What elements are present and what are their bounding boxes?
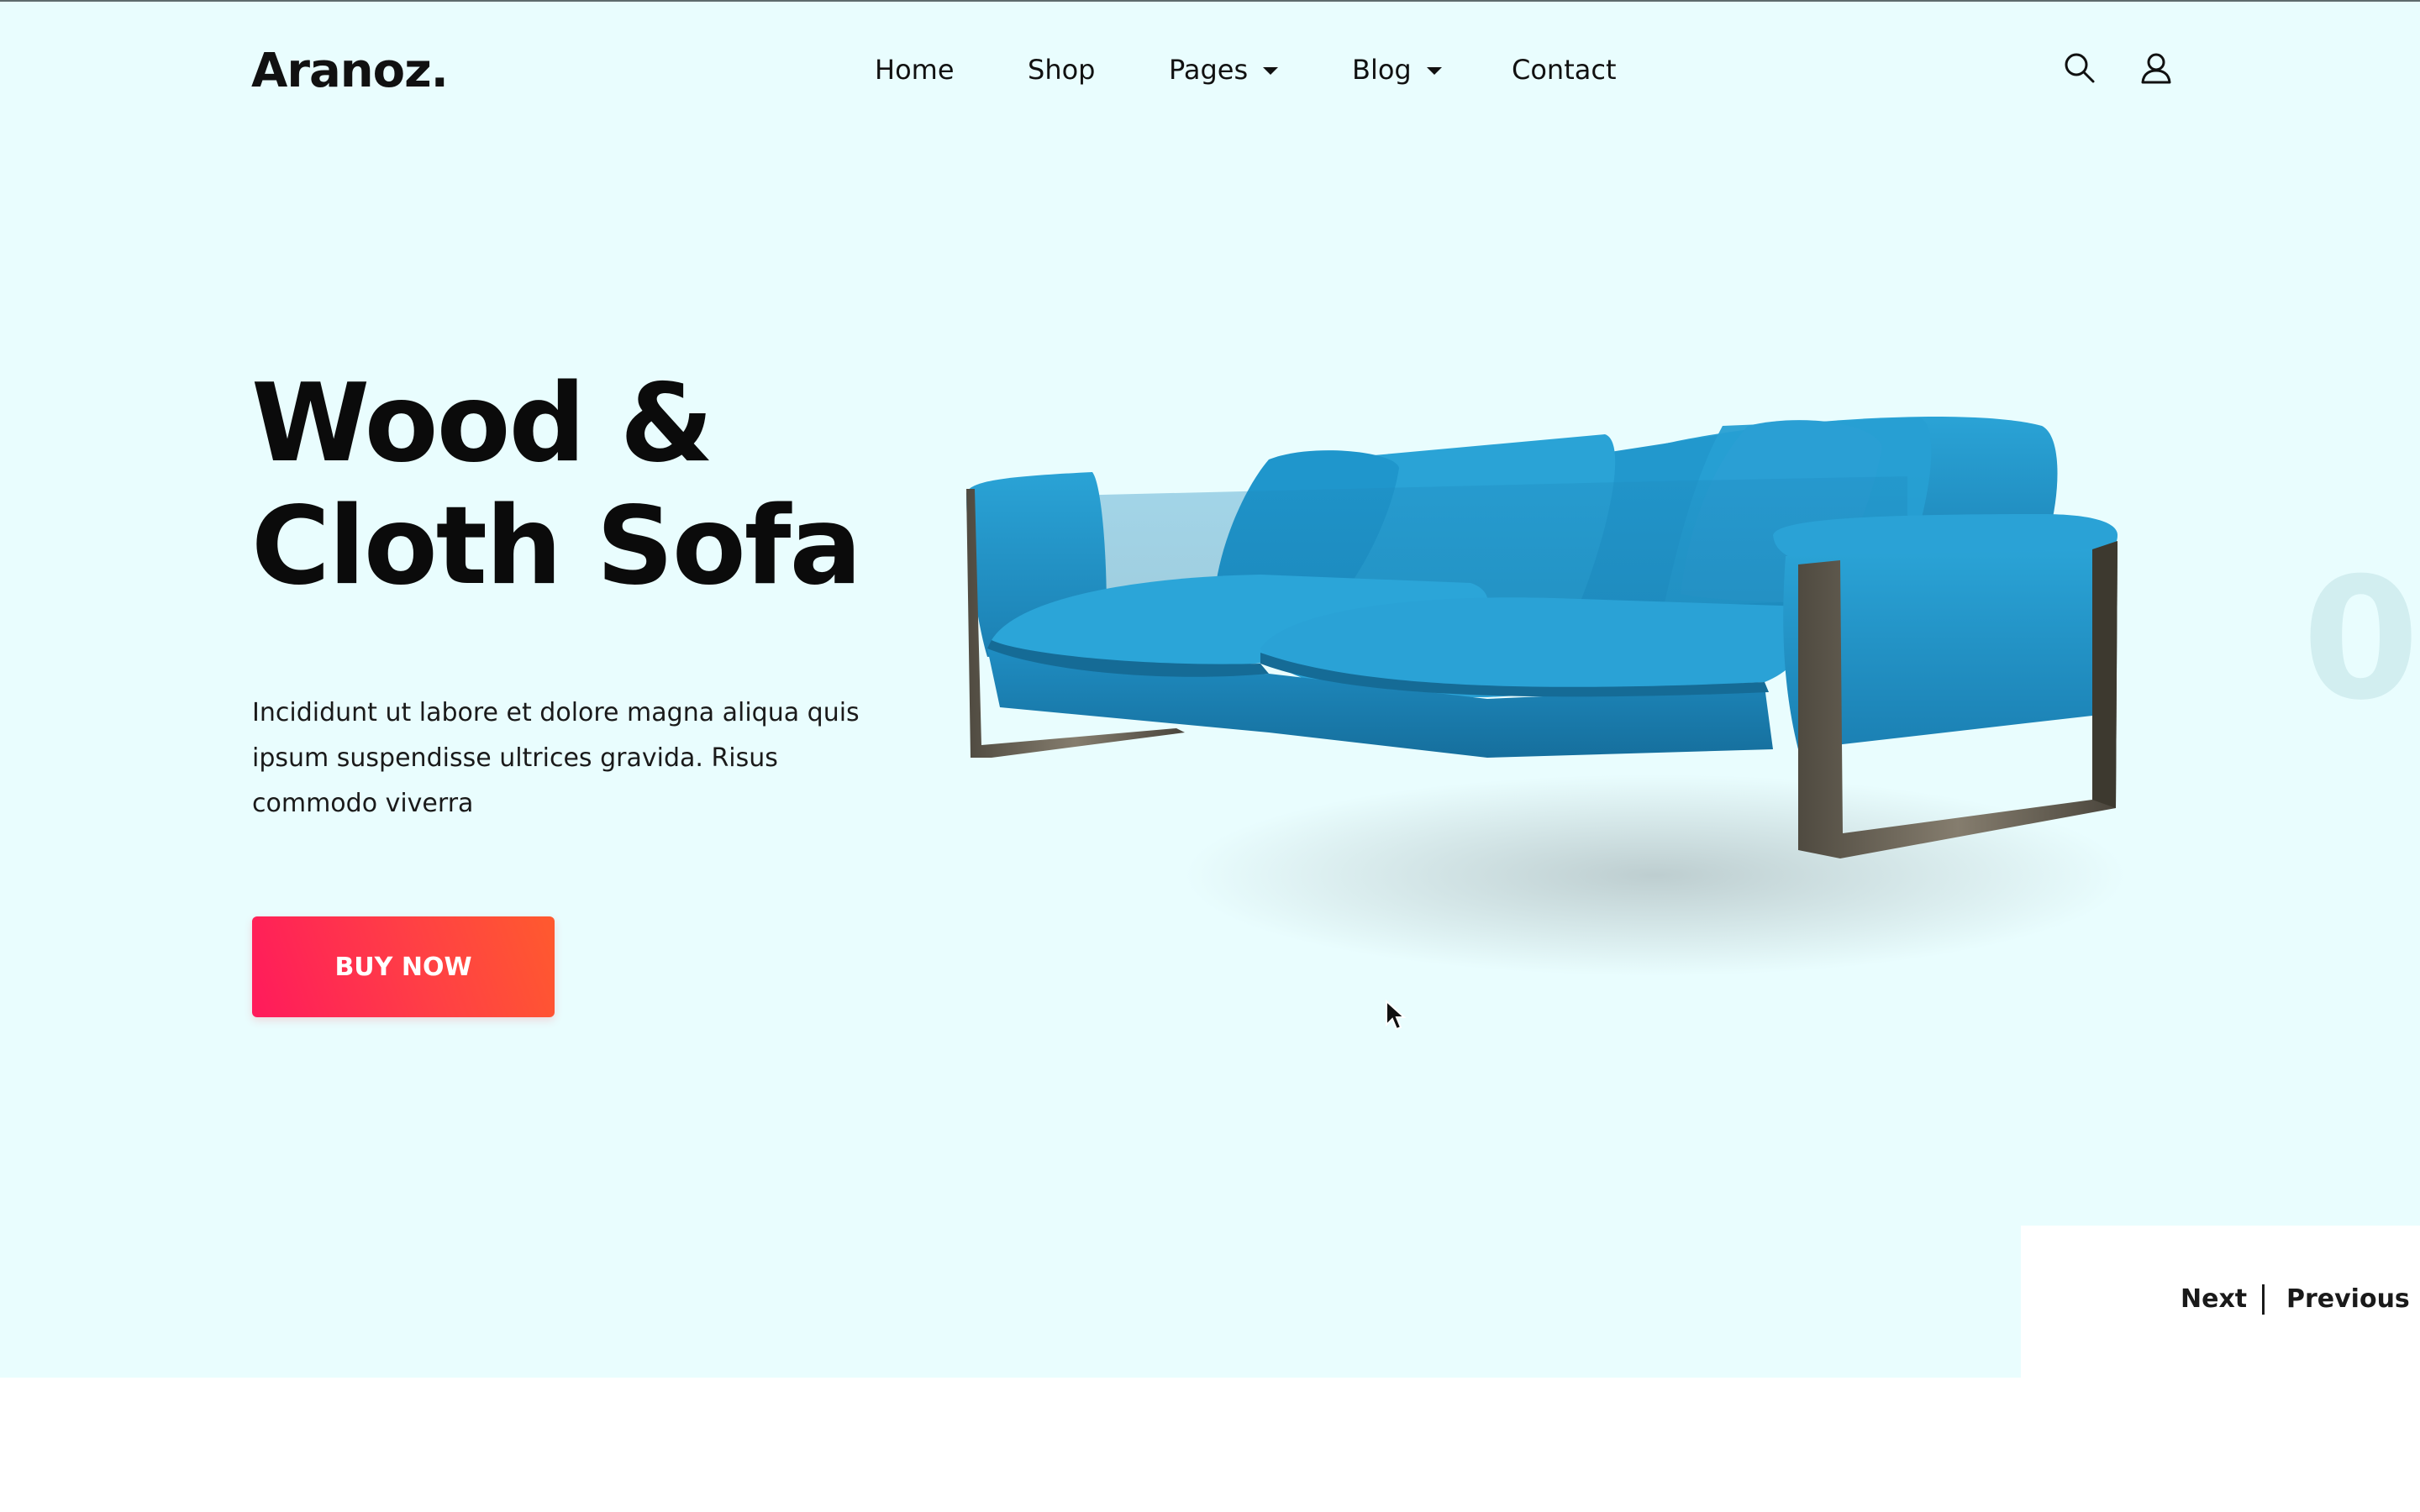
hero-title-line-2: Cloth Sofa [251, 484, 862, 609]
search-icon[interactable] [2062, 50, 2097, 86]
nav-pages-label: Pages [1169, 54, 1249, 86]
slider-pager: Next Previous [2021, 1226, 2420, 1379]
nav-home-label: Home [875, 54, 955, 86]
pager-divider [2262, 1284, 2265, 1315]
hero-title-line-1: Wood & [251, 361, 713, 486]
nav-blog[interactable]: Blog [1352, 54, 1442, 86]
chevron-down-icon [1426, 66, 1442, 75]
buy-now-button[interactable]: BUY NOW [252, 916, 555, 1017]
next-button[interactable]: Next [2181, 1284, 2247, 1314]
slide-number: 01 [2302, 542, 2420, 738]
nav-shop[interactable]: Shop [1028, 54, 1095, 86]
page: Aranoz. Home Shop Pages Blog Contact Woo… [0, 0, 2420, 1512]
mouse-cursor-icon [1386, 1000, 1407, 1031]
main-nav: Home Shop Pages Blog Contact [0, 54, 2420, 91]
previous-button[interactable]: Previous [2286, 1284, 2410, 1314]
blue-sofa-image [966, 416, 2126, 976]
nav-contact-label: Contact [1512, 54, 1617, 86]
nav-shop-label: Shop [1028, 54, 1096, 86]
user-icon[interactable] [2139, 50, 2174, 86]
nav-contact[interactable]: Contact [1512, 54, 1617, 86]
chevron-down-icon [1263, 66, 1279, 75]
hero-section: Aranoz. Home Shop Pages Blog Contact Woo… [0, 2, 2420, 1378]
hero-description: Incididunt ut labore et dolore magna ali… [252, 698, 860, 818]
nav-home[interactable]: Home [875, 54, 955, 86]
hero-title: Wood & Cloth Sofa [251, 363, 1007, 608]
nav-pages[interactable]: Pages [1169, 54, 1279, 86]
nav-blog-label: Blog [1352, 54, 1412, 86]
